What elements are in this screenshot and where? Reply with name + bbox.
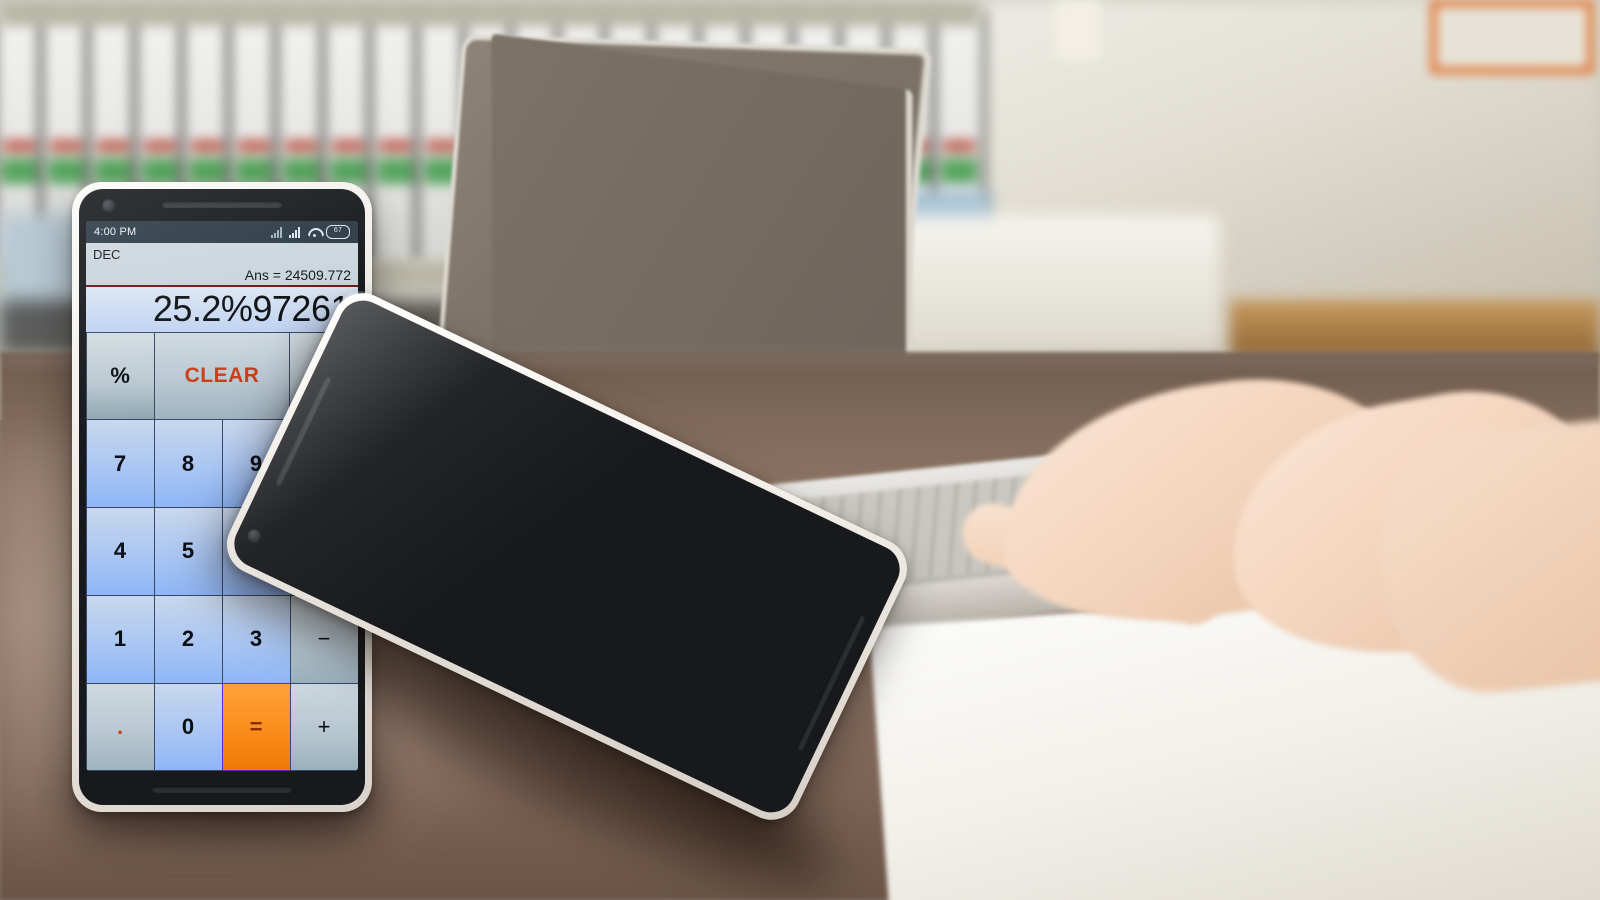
key-3-label: 3	[249, 626, 263, 652]
binder-label-green	[330, 158, 366, 184]
wooden-shelf	[1230, 300, 1600, 360]
signal-bars-icon	[271, 226, 284, 238]
percent-key-label: %	[110, 362, 130, 388]
key-2-label: 2	[181, 626, 195, 652]
binder-label-red	[50, 140, 82, 152]
keypad-row: 1 2 3 −	[86, 594, 358, 684]
wall-picture-frame	[1430, 0, 1594, 74]
key-0[interactable]: 0	[153, 682, 223, 771]
equals-key[interactable]: =	[221, 682, 291, 771]
key-4-label: 4	[113, 538, 127, 564]
plus-key[interactable]: +	[289, 682, 358, 771]
blurred-paper-stack	[860, 215, 1220, 345]
minus-key-label: −	[317, 626, 331, 652]
binder-label-red	[191, 140, 223, 152]
key-8-label: 8	[181, 450, 195, 476]
battery-icon: 67	[326, 225, 350, 239]
decimal-key-label: .	[116, 714, 124, 740]
binder-label-red	[97, 140, 129, 152]
binder-label-green	[142, 158, 178, 184]
binder-label-red	[144, 140, 176, 152]
current-entry: 25.2%97261	[86, 287, 358, 332]
calculator-display: DEC Ans = 24509.772 25.2%97261	[86, 243, 358, 332]
binder-label-red	[3, 140, 35, 152]
status-bar: 4:00 PM 67	[86, 221, 358, 243]
key-3[interactable]: 3	[221, 594, 291, 684]
binder-label-red	[943, 140, 975, 152]
binder-label-green	[95, 158, 131, 184]
previous-answer: Ans = 24509.772	[244, 267, 351, 283]
front-camera-icon	[246, 528, 262, 544]
key-4[interactable]: 4	[86, 507, 155, 596]
status-icons: 67	[271, 225, 350, 239]
shelf-top-rail	[0, 0, 980, 26]
key-1-label: 1	[113, 626, 127, 652]
binder-label-green	[283, 158, 319, 184]
binder-label-red	[285, 140, 317, 152]
key-8[interactable]: 8	[153, 419, 223, 509]
decimal-key[interactable]: .	[86, 682, 155, 771]
key-5[interactable]: 5	[153, 507, 223, 596]
bottom-speaker	[152, 786, 292, 793]
key-5-label: 5	[181, 538, 195, 564]
binder-label-green	[48, 158, 84, 184]
binder-label-red	[332, 140, 364, 152]
keypad-row: . 0 = +	[86, 682, 358, 771]
signal-bars-icon	[289, 226, 302, 238]
front-camera-icon	[103, 200, 114, 211]
clear-key[interactable]: CLEAR	[153, 331, 291, 421]
binder-label-red	[238, 140, 270, 152]
wall-note	[1055, 0, 1100, 60]
binder-label-green	[1, 158, 37, 184]
plus-key-label: +	[317, 714, 331, 740]
binder-label-green	[941, 158, 977, 184]
clear-key-label: CLEAR	[184, 363, 260, 387]
percent-key[interactable]: %	[86, 331, 155, 421]
binder-label-green	[377, 158, 413, 184]
wifi-icon	[307, 227, 321, 238]
earpiece-speaker	[162, 201, 282, 208]
key-1[interactable]: 1	[86, 594, 155, 684]
mode-label: DEC	[93, 247, 121, 262]
binder-label-green	[236, 158, 272, 184]
key-7[interactable]: 7	[86, 419, 155, 509]
key-2[interactable]: 2	[153, 594, 223, 684]
binder-label-red	[379, 140, 411, 152]
key-0-label: 0	[181, 714, 195, 740]
binder-label-green	[189, 158, 225, 184]
status-time: 4:00 PM	[94, 226, 137, 238]
key-7-label: 7	[113, 450, 127, 476]
equals-key-label: =	[249, 714, 263, 740]
